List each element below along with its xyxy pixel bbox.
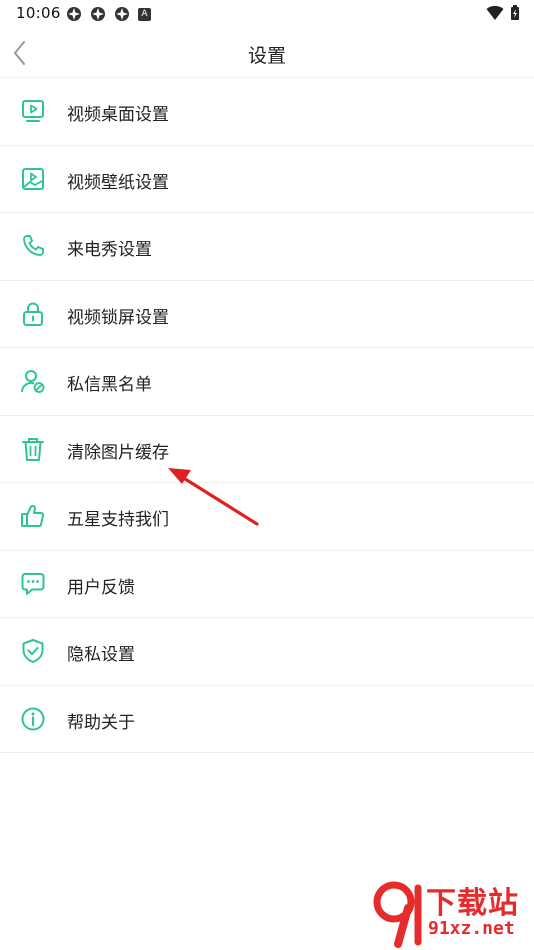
setting-row-help-about[interactable]: 帮助关于 bbox=[0, 686, 534, 753]
notification-icons: A bbox=[66, 6, 151, 22]
setting-label: 隐私设置 bbox=[67, 645, 135, 665]
video-desktop-icon bbox=[20, 98, 46, 124]
trash-icon bbox=[20, 436, 46, 462]
setting-row-video-lockscreen[interactable]: 视频锁屏设置 bbox=[0, 281, 534, 348]
setting-row-video-desktop[interactable]: 视频桌面设置 bbox=[0, 78, 534, 146]
setting-row-video-wallpaper[interactable]: 视频壁纸设置 bbox=[0, 146, 534, 213]
setting-label: 来电秀设置 bbox=[67, 240, 152, 260]
info-icon bbox=[20, 706, 46, 732]
watermark-title: 下载站 bbox=[426, 886, 519, 921]
status-bar: 10:06 A bbox=[0, 0, 534, 28]
annotation-arrow bbox=[168, 468, 259, 526]
notification-badge-icon: A bbox=[138, 8, 151, 21]
lock-icon bbox=[20, 301, 46, 327]
watermark-emblem-icon bbox=[373, 881, 422, 948]
setting-row-privacy[interactable]: 隐私设置 bbox=[0, 618, 534, 686]
notification-app-icon bbox=[67, 7, 81, 21]
thumbs-up-icon bbox=[20, 503, 46, 529]
status-time: 10:06 bbox=[16, 4, 61, 22]
phone-icon bbox=[20, 233, 46, 259]
title-bar: 设置 bbox=[0, 28, 534, 78]
video-wallpaper-icon bbox=[20, 166, 46, 192]
battery-icon bbox=[511, 5, 519, 20]
watermark-logo: 下载站 91xz.net bbox=[370, 878, 530, 948]
system-icons bbox=[486, 5, 520, 21]
wifi-icon bbox=[486, 5, 504, 20]
setting-label: 用户反馈 bbox=[67, 577, 135, 598]
setting-label: 私信黑名单 bbox=[67, 375, 152, 395]
setting-row-message-blacklist[interactable]: 私信黑名单 bbox=[0, 348, 534, 416]
setting-label: 五星支持我们 bbox=[67, 510, 169, 530]
setting-label: 视频壁纸设置 bbox=[67, 172, 169, 193]
shield-check-icon bbox=[20, 638, 46, 664]
watermark-url: 91xz.net bbox=[428, 918, 515, 939]
setting-row-call-show[interactable]: 来电秀设置 bbox=[0, 213, 534, 281]
setting-label: 视频桌面设置 bbox=[67, 105, 169, 125]
setting-label: 视频锁屏设置 bbox=[67, 307, 169, 328]
user-block-icon bbox=[20, 368, 46, 394]
settings-list: 视频桌面设置 视频壁纸设置 来电秀设置 视频锁屏设置 私信黑名单 清除图片缓存 bbox=[0, 78, 534, 753]
setting-label: 帮助关于 bbox=[67, 712, 135, 733]
notification-app-icon bbox=[91, 7, 105, 21]
setting-label: 清除图片缓存 bbox=[67, 442, 169, 463]
page-title: 设置 bbox=[247, 45, 286, 67]
notification-app-icon bbox=[115, 7, 129, 21]
setting-row-user-feedback[interactable]: 用户反馈 bbox=[0, 551, 534, 618]
feedback-icon bbox=[20, 571, 46, 597]
